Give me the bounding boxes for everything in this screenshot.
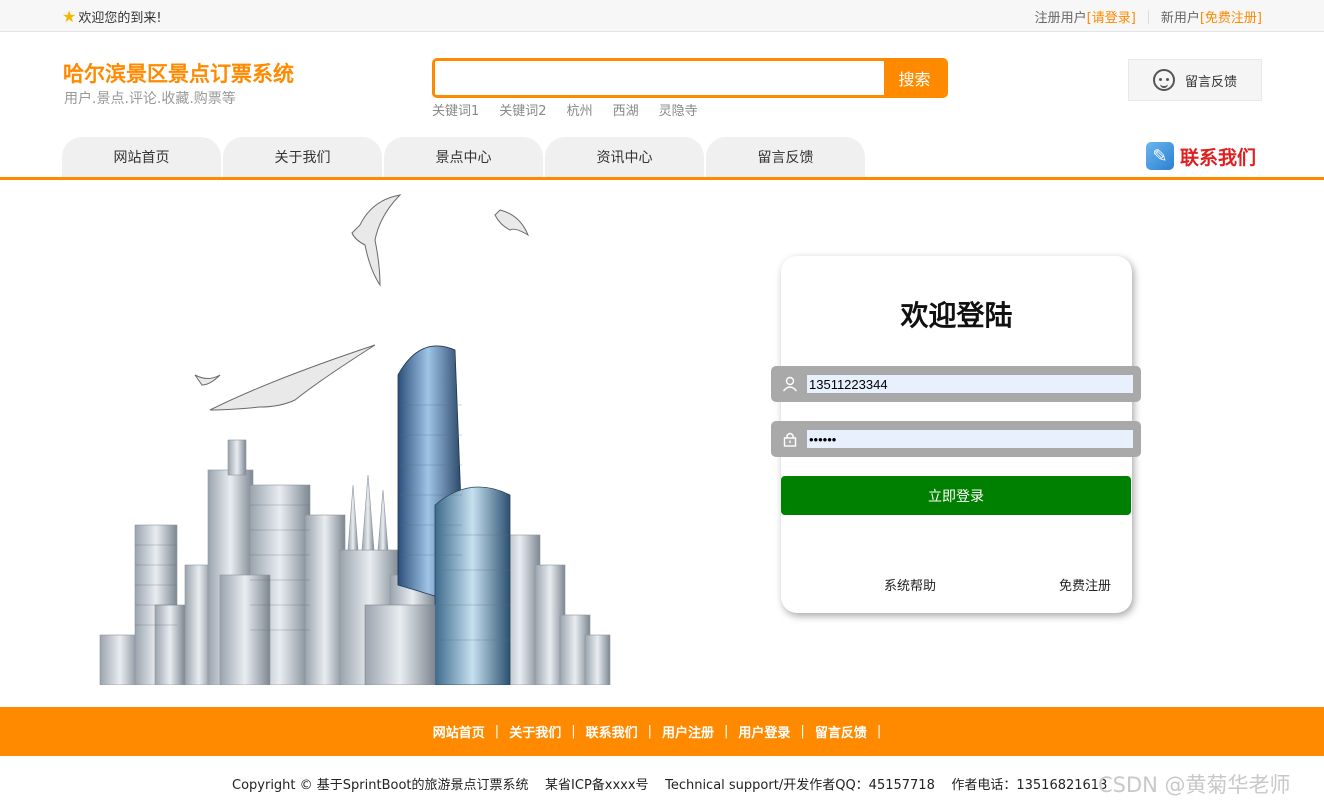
register-link[interactable]: 免费注册	[1059, 575, 1111, 594]
hot-keyword[interactable]: 西湖	[613, 100, 639, 119]
contact-us[interactable]: ✎ 联系我们	[1146, 142, 1256, 170]
contact-us-label: 联系我们	[1180, 146, 1257, 169]
search-input[interactable]	[435, 61, 884, 95]
footer-link-feedback[interactable]: 留言反馈	[815, 722, 867, 741]
nav-divider	[0, 177, 1324, 180]
site-title[interactable]: 哈尔滨景区景点订票系统	[63, 58, 294, 88]
copyright-text: Copyright © 基于SprintBoot的旅游景点订票系统 某省ICP备…	[232, 778, 1108, 793]
account-links: 注册用户 [请登录] 新用户 [免费注册]	[1035, 7, 1262, 26]
lock-icon	[783, 432, 797, 447]
login-title: 欢迎登陆	[900, 299, 1013, 332]
hot-keyword[interactable]: 关键词2	[499, 100, 546, 119]
divider: |	[724, 724, 729, 739]
feedback-button[interactable]: 留言反馈	[1128, 59, 1262, 101]
nav-about[interactable]: 关于我们	[223, 137, 382, 177]
main-nav: 网站首页 关于我们 景点中心 资讯中心 留言反馈	[62, 137, 865, 177]
divider: |	[494, 724, 500, 739]
hot-keyword[interactable]: 灵隐寺	[659, 100, 698, 119]
footer-link-about[interactable]: 关于我们	[509, 722, 561, 741]
city-skyline-illustration	[99, 194, 611, 685]
nav-news[interactable]: 资讯中心	[545, 137, 704, 177]
free-register-link[interactable]: [免费注册]	[1200, 7, 1262, 26]
footer-link-login[interactable]: 用户登录	[738, 722, 790, 741]
nav-home[interactable]: 网站首页	[62, 137, 221, 177]
footer-link-home[interactable]: 网站首页	[433, 722, 485, 741]
login-button[interactable]: 立即登录	[781, 476, 1131, 515]
divider: |	[800, 724, 805, 739]
hot-keyword[interactable]: 关键词1	[432, 100, 479, 119]
footer-link-contact[interactable]: 联系我们	[586, 722, 638, 741]
search-button[interactable]: 搜索	[884, 61, 945, 95]
register-user-label: 注册用户	[1034, 11, 1087, 26]
nav-feedback[interactable]: 留言反馈	[706, 137, 865, 177]
customer-service-icon	[1152, 69, 1175, 91]
nav-attractions[interactable]: 景点中心	[384, 137, 543, 177]
star-icon: ★	[62, 6, 77, 26]
password-input[interactable]	[807, 430, 1133, 448]
search-bar: 搜索	[432, 58, 948, 98]
divider: |	[647, 724, 652, 739]
divider: |	[876, 724, 882, 739]
welcome-text: 欢迎您的到来!	[78, 11, 162, 26]
divider	[1147, 9, 1149, 24]
footer-link-register[interactable]: 用户注册	[662, 722, 714, 741]
hot-keywords: 关键词1 关键词2 杭州 西湖 灵隐寺	[432, 100, 698, 119]
site-subtitle: 用户.景点.评论.收藏.购票等	[64, 91, 236, 107]
top-bar: ★ 欢迎您的到来! 注册用户 [请登录] 新用户 [免费注册]	[0, 0, 1324, 32]
hot-keyword[interactable]: 杭州	[567, 100, 593, 119]
watermark: CSDN @黄菊华老师	[1098, 773, 1291, 797]
welcome-message: ★ 欢迎您的到来!	[62, 7, 162, 26]
new-user-label: 新用户	[1160, 11, 1200, 26]
divider: |	[571, 724, 576, 739]
feedback-label: 留言反馈	[1184, 74, 1237, 90]
system-help-link[interactable]: 系统帮助	[884, 575, 936, 594]
user-icon	[782, 376, 798, 392]
login-link[interactable]: [请登录]	[1087, 7, 1136, 26]
username-field	[771, 366, 1141, 402]
edit-icon: ✎	[1146, 142, 1174, 170]
login-panel: 欢迎登陆 立即登录 系统帮助 免费注册	[771, 256, 1141, 613]
password-field	[771, 421, 1141, 457]
footer-nav: 网站首页 | 关于我们 | 联系我们 | 用户注册 | 用户登录 | 留言反馈 |	[0, 707, 1324, 756]
username-input[interactable]	[807, 375, 1133, 393]
